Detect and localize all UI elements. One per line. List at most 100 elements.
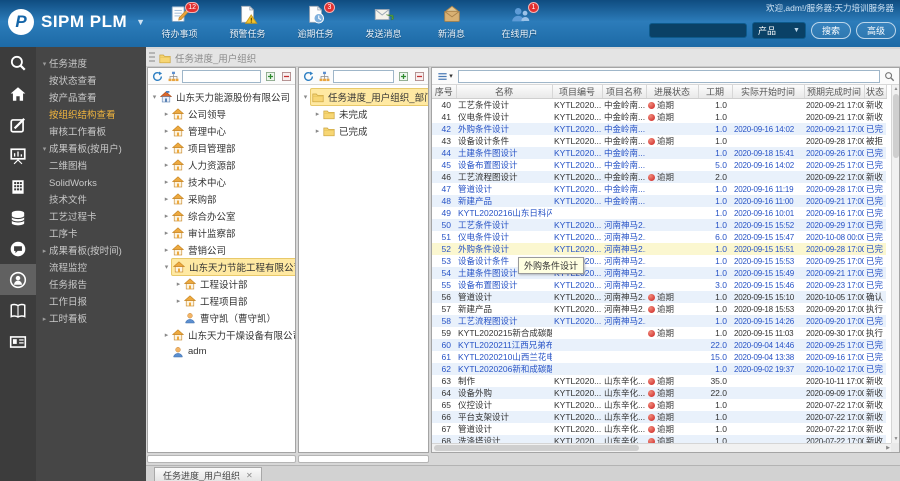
column-header[interactable]: 名称 (456, 85, 553, 99)
view-menu-button[interactable]: ▾ (434, 69, 456, 83)
collapse-all-button[interactable] (279, 69, 293, 83)
tree-node[interactable]: ▸ 人力资源部 (148, 156, 295, 173)
org-panel-footer-bar[interactable] (147, 455, 296, 463)
strip-item-book[interactable] (0, 295, 36, 326)
table-row[interactable]: 62 KYTL2020206新和成碳酸... 1.0 2020-09-02 19:37… (432, 363, 886, 375)
vertical-scrollbar[interactable]: ▲ ▼ (891, 85, 899, 443)
scroll-right-arrow-icon[interactable]: ▶ (886, 444, 890, 452)
global-search-input[interactable] (648, 23, 747, 38)
scroll-up-arrow-icon[interactable]: ▲ (892, 85, 899, 93)
tree-node[interactable]: ▸ 工程项目部 (148, 292, 295, 309)
column-header[interactable]: 实际开始时间 (732, 85, 805, 99)
tree-node[interactable]: 曹守凯（曹守凯） (148, 309, 295, 326)
send-toolbar-button[interactable]: 发送消息 (356, 4, 411, 44)
scroll-down-arrow-icon[interactable]: ▼ (892, 435, 899, 443)
table-row[interactable]: 66 平台支架设计 KYTL2020... 山东辛化... 逾期 1.0 2020-07-2… (432, 411, 886, 423)
collapse-arrow-icon[interactable]: ▾ (40, 141, 49, 158)
collapse-arrow-icon[interactable]: ▾ (162, 263, 171, 271)
table-row[interactable]: 60 KYTL2020211江西兄弟布... 22.0 2020-09-04 14:4… (432, 339, 886, 351)
tree-node[interactable]: ▸ 采购部 (148, 190, 295, 207)
column-header[interactable]: 项目名称 (602, 85, 647, 99)
todo-toolbar-button[interactable]: 待办事项 12 (152, 2, 207, 44)
table-row[interactable]: 47 管道设计 KYTL2020... 中金岭南... 1.0 2020-09-16 11… (432, 183, 886, 195)
expand-arrow-icon[interactable]: ▸ (40, 311, 49, 328)
table-row[interactable]: 42 外购条件设计 KYTL2020... 中金岭南... 1.0 2020-09-16 … (432, 123, 886, 135)
horizontal-scrollbar[interactable]: ▶ (432, 443, 891, 452)
table-row[interactable]: 49 KYTL2020216山东日科闪... 1.0 2020-09-16 10:01… (432, 207, 886, 219)
vertical-scrollbar-thumb[interactable] (893, 94, 899, 158)
column-header[interactable]: 预期完成时间 (804, 85, 865, 99)
table-row[interactable]: 52 外购条件设计 KYTL2020... 河南神马2... 1.0 2020-09-15… (432, 243, 886, 255)
collapse-arrow-icon[interactable]: ▾ (150, 93, 159, 101)
table-row[interactable]: 54土建条件图设计KYTL2020...河南神马2...1.02020-09-1… (432, 267, 886, 279)
expand-arrow-icon[interactable]: ▸ (174, 297, 183, 305)
sidebar-item[interactable]: 按状态查看 (36, 73, 146, 90)
strip-item-building[interactable] (0, 171, 36, 202)
table-row[interactable]: 46 工艺流程图设计 KYTL2020... 中金岭南... 逾期 2.0 2020-09-… (432, 171, 886, 183)
expand-arrow-icon[interactable]: ▸ (313, 110, 322, 118)
strip-item-home[interactable] (0, 78, 36, 109)
table-row[interactable]: 65 仪控设计 KYTL2020... 山东辛化... 逾期 1.0 2020-07-22 … (432, 399, 886, 411)
table-row[interactable]: 59 KYTL2020215新合成碳酸... 逾期 1.0 2020-09-15 11:… (432, 327, 886, 339)
expand-arrow-icon[interactable]: ▸ (162, 331, 171, 339)
sidebar-item[interactable]: 审核工作看板 (36, 124, 146, 141)
horizontal-scrollbar-thumb[interactable] (434, 445, 639, 451)
app-logo[interactable]: P SIPM PLM ▼ (8, 9, 145, 35)
tree-node[interactable]: ▸ 已完成 (299, 122, 428, 139)
sidebar-item[interactable]: 按组织结构查看 (36, 107, 146, 124)
sidebar-item[interactable]: 工序卡 (36, 226, 146, 243)
expand-arrow-icon[interactable]: ▸ (174, 280, 183, 288)
tree-node[interactable]: ▸ 技术中心 (148, 173, 295, 190)
strip-item-search[interactable] (0, 47, 36, 78)
sidebar-item[interactable]: 二维图档 (36, 158, 146, 175)
collapse-arrow-icon[interactable]: ▾ (40, 56, 49, 73)
table-row[interactable]: 45 设备布置图设计 KYTL2020... 中金岭南... 5.0 2020-09-16… (432, 159, 886, 171)
expand-arrow-icon[interactable]: ▸ (162, 178, 171, 186)
new-toolbar-button[interactable]: 新消息 (424, 4, 479, 44)
expand-arrow-icon[interactable]: ▸ (162, 110, 171, 118)
tree-node[interactable]: ▸ 项目管理部 (148, 139, 295, 156)
strip-item-idcard[interactable] (0, 326, 36, 357)
expand-all-button[interactable] (396, 69, 410, 83)
refresh-button[interactable] (150, 69, 164, 83)
strip-item-database[interactable] (0, 202, 36, 233)
expand-all-button[interactable] (263, 69, 277, 83)
sidebar-item[interactable]: 技术文件 (36, 192, 146, 209)
tree-node[interactable]: adm (148, 343, 295, 360)
org-tree-filter-input[interactable] (182, 69, 261, 83)
strip-item-chat[interactable] (0, 233, 36, 264)
column-header[interactable]: 进展状态 (646, 85, 699, 99)
search-icon[interactable] (884, 71, 895, 82)
table-row[interactable]: 63 制作 KYTL2020... 山东辛化... 逾期 35.0 2020-10-11 1… (432, 375, 886, 387)
org-chart-button[interactable] (317, 69, 331, 83)
tree-node[interactable]: ▾ 任务进度_用户组织_部门 (299, 87, 428, 106)
sidebar-item[interactable]: ▾ 任务进度 (36, 56, 146, 73)
tree-node[interactable]: ▸ 山东天力干燥设备有限公司 (148, 326, 295, 343)
search-category-select[interactable]: 产品 ▼ (751, 22, 806, 39)
column-header[interactable]: 项目编号 (552, 85, 603, 99)
expand-arrow-icon[interactable]: ▸ (162, 212, 171, 220)
table-row[interactable]: 67 管道设计 KYTL2020... 山东辛化... 逾期 1.0 2020-07-22 … (432, 423, 886, 435)
table-row[interactable]: 40 工艺条件设计 KYTL2020... 中金岭南... 逾期 1.0 2020-09-2… (432, 99, 886, 112)
tree-node[interactable]: ▸ 工程设计部 (148, 275, 295, 292)
table-row[interactable]: 43 设备设计条件 KYTL2020... 中金岭南... 逾期 1.0 2020-09-2… (432, 135, 886, 147)
table-row[interactable]: 48 新建产品 KYTL2020... 中金岭南... 1.0 2020-09-16 11… (432, 195, 886, 207)
tree-node[interactable]: ▾ 山东天力能源股份有限公司 (148, 88, 295, 105)
tree-node[interactable]: ▸ 审计监察部 (148, 224, 295, 241)
advanced-search-button[interactable]: 高级 (855, 22, 896, 39)
expand-arrow-icon[interactable]: ▸ (162, 161, 171, 169)
close-icon[interactable]: ✕ (246, 471, 253, 480)
expand-arrow-icon[interactable]: ▸ (162, 144, 171, 152)
table-filter-input[interactable] (458, 69, 880, 83)
table-row[interactable]: 50 工艺条件设计 KYTL2020... 河南神马2... 1.0 2020-09-15… (432, 219, 886, 231)
table-row[interactable]: 51 仪电条件设计 KYTL2020... 河南神马2... 6.0 2020-09-15… (432, 231, 886, 243)
table-row[interactable]: 61 KYTL2020210山西兰花电... 15.0 2020-09-04 13:3… (432, 351, 886, 363)
strip-item-broadcast[interactable] (0, 264, 36, 295)
sidebar-item[interactable]: SolidWorks (36, 175, 146, 192)
clock-toolbar-button[interactable]: 逾期任务 3 (288, 2, 343, 44)
dept-tree-filter-input[interactable] (333, 69, 394, 83)
refresh-button[interactable] (301, 69, 315, 83)
users-toolbar-button[interactable]: 在线用户 1 (492, 2, 547, 44)
expand-arrow-icon[interactable]: ▸ (162, 127, 171, 135)
table-row[interactable]: 55 设备布置图设计 KYTL2020... 河南神马2... 3.0 2020-09-1… (432, 279, 886, 291)
